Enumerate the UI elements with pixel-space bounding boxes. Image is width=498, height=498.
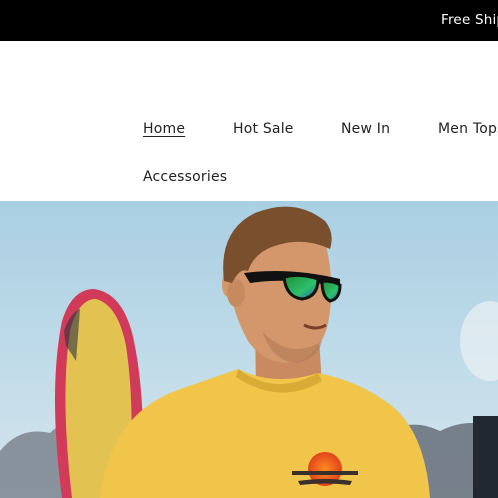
main-navigation: Home Hot Sale New In Men Tops Accessorie… (0, 41, 498, 201)
hero-image (0, 201, 498, 498)
announcement-bar: Free Shipping (0, 0, 498, 41)
site-header: Home Hot Sale New In Men Tops Accessorie… (0, 41, 498, 201)
nav-item-new-in[interactable]: New In (341, 121, 390, 137)
nav-item-accessories[interactable]: Accessories (143, 169, 227, 185)
nav-item-men-tops[interactable]: Men Tops (438, 121, 498, 137)
nav-item-hot-sale[interactable]: Hot Sale (233, 121, 294, 137)
hero-banner[interactable] (0, 201, 498, 498)
nav-item-home[interactable]: Home (143, 121, 185, 137)
announcement-text: Free Shipping (441, 12, 498, 28)
